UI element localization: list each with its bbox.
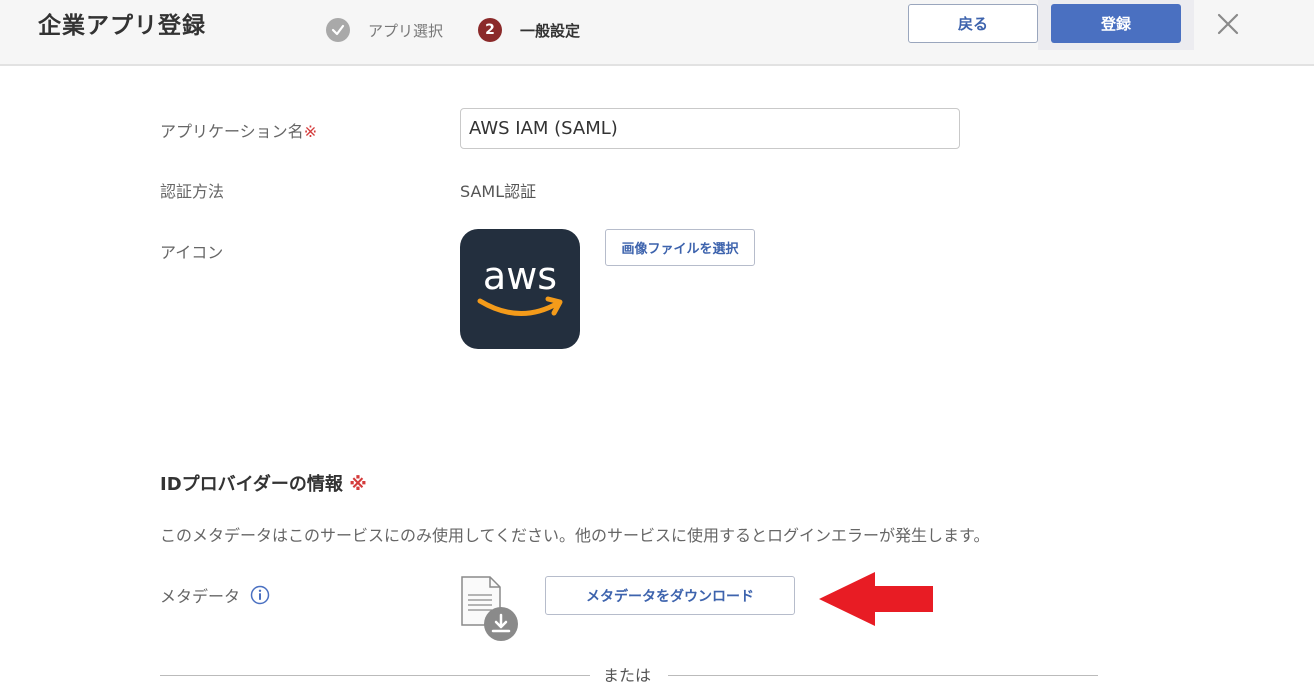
- icon-label: アイコン: [160, 243, 224, 262]
- header-bar: 企業アプリ登録 アプリ選択 2 一般設定 戻る 登録: [0, 0, 1314, 66]
- auth-method-label: 認証方法: [160, 182, 225, 201]
- step-label: アプリ選択: [368, 21, 444, 40]
- check-icon: [326, 18, 350, 42]
- auth-method-value: SAML認証: [460, 182, 537, 201]
- idp-section-title: IDプロバイダーの情報 ※: [160, 474, 367, 495]
- step-number: 2: [478, 18, 502, 42]
- app-name-label: アプリケーション名※: [160, 122, 318, 141]
- close-icon[interactable]: [1214, 10, 1242, 38]
- required-mark: ※: [349, 474, 367, 495]
- step-app-select: アプリ選択: [326, 18, 443, 42]
- step-label: 一般設定: [520, 21, 581, 40]
- step-general-settings: 2 一般設定: [478, 18, 580, 42]
- back-button[interactable]: 戻る: [908, 4, 1038, 43]
- svg-text:aws: aws: [483, 254, 557, 298]
- metadata-label: メタデータ: [160, 583, 270, 607]
- file-download-icon: [461, 576, 518, 641]
- download-metadata-button[interactable]: メタデータをダウンロード: [545, 576, 795, 615]
- idp-note: このメタデータはこのサービスにのみ使用してください。他のサービスに使用するとログ…: [160, 526, 990, 545]
- divider: [668, 675, 1098, 676]
- required-mark: ※: [303, 122, 318, 141]
- page-title: 企業アプリ登録: [38, 13, 206, 39]
- red-arrow-icon: [819, 572, 933, 626]
- select-image-button[interactable]: 画像ファイルを選択: [605, 229, 755, 266]
- app-name-input[interactable]: [460, 108, 960, 149]
- or-separator: または: [603, 666, 652, 685]
- aws-logo-icon: aws: [460, 229, 580, 349]
- info-icon[interactable]: [250, 585, 270, 605]
- divider: [160, 675, 590, 676]
- register-button[interactable]: 登録: [1051, 4, 1181, 43]
